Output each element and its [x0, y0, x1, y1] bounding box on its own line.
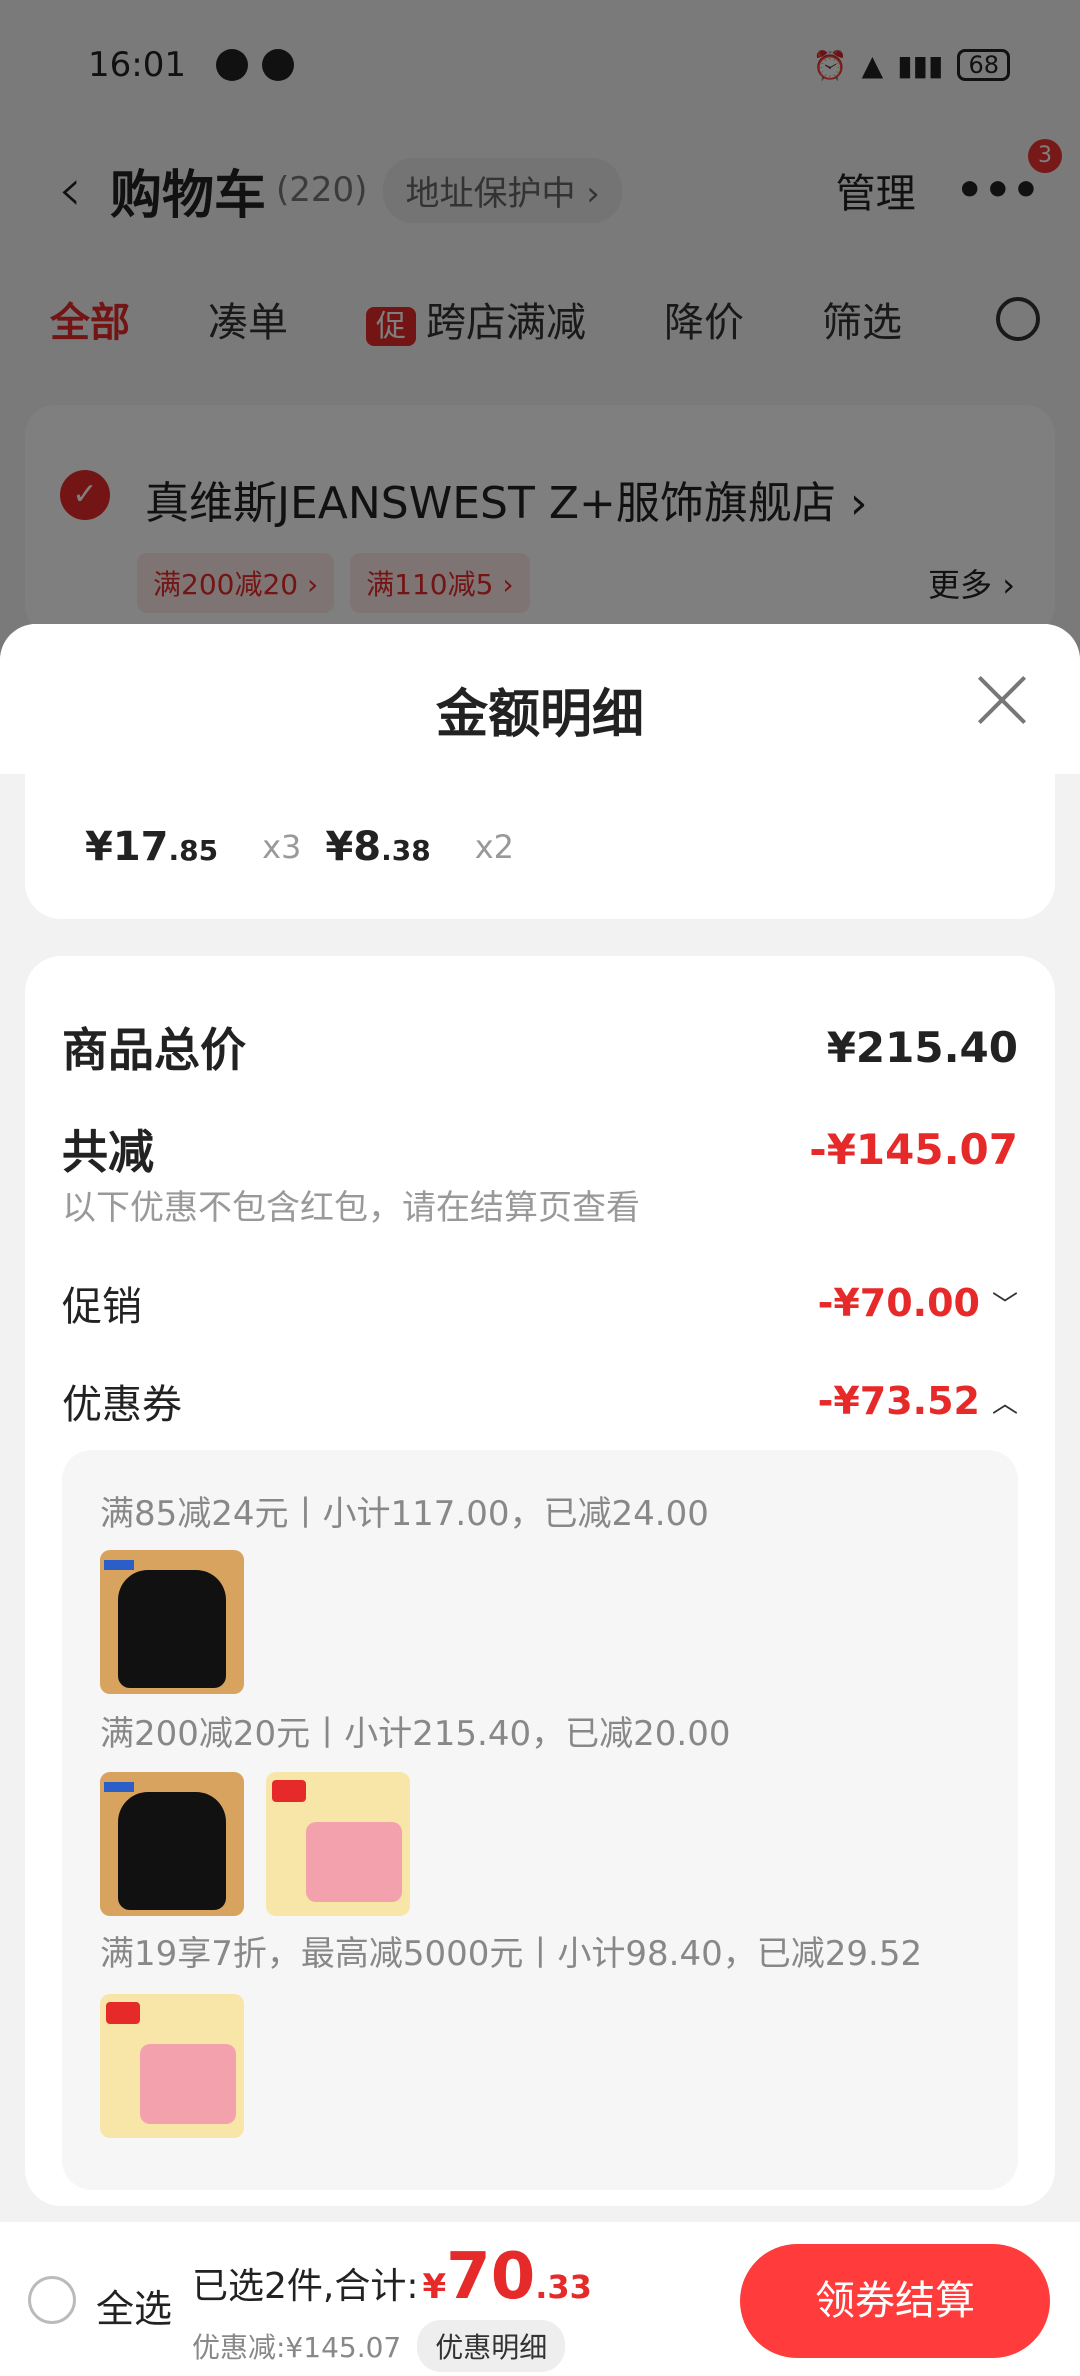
coupon-value: -¥73.52	[817, 1379, 980, 1423]
item-price: ¥17.85	[85, 823, 219, 870]
item-quantity: x3	[262, 827, 302, 866]
coupon-breakdown: 满85减24元丨小计117.00，已减24.00 满200减20元丨小计215.…	[62, 1450, 1018, 2190]
close-icon[interactable]	[974, 672, 1030, 728]
amount-detail-sheet: 金额明细 ¥17.85 x3 ¥8.38 x2 商品总价 ¥215.40 共减 …	[0, 624, 1080, 2376]
checkout-button[interactable]: 领券结算	[740, 2244, 1050, 2358]
select-all-radio[interactable]	[28, 2276, 76, 2324]
sheet-title: 金额明细	[435, 685, 644, 745]
discount-row: 共减 -¥145.07	[62, 1116, 1018, 1182]
coupon-group-title: 满200减20元丨小计215.40，已减20.00	[100, 1714, 731, 1754]
promo-label: 促销	[62, 1284, 142, 1330]
total-row: 商品总价 ¥215.40	[62, 1014, 1018, 1080]
product-thumbnail	[100, 1550, 244, 1694]
discount-label: 共减	[62, 1125, 154, 1179]
item-quantity: x2	[474, 827, 514, 866]
discount-note: 以下优惠不包含红包，请在结算页查看	[62, 1188, 640, 1228]
coupon-group-title: 满85减24元丨小计117.00，已减24.00	[100, 1494, 709, 1534]
select-all-label[interactable]: 全选	[96, 2278, 172, 2333]
product-thumbnail	[100, 1994, 244, 2138]
coupon-group-title: 满19享7折，最高减5000元丨小计98.40，已减29.52	[100, 1934, 923, 1974]
checkout-bar: 全选 已选2件,合计: ¥ 70 .33 优惠减:¥145.07 优惠明细 领券…	[0, 2222, 1080, 2376]
total-amount: 70	[446, 2240, 536, 2314]
discount-summary: 优惠减:¥145.07	[192, 2331, 402, 2364]
item-price: ¥8.38	[325, 823, 431, 870]
promo-row[interactable]: 促销 -¥70.00 ﹀	[62, 1274, 1018, 1332]
chevron-down-icon: ﹀	[991, 1290, 1018, 1321]
total-summary: 已选2件,合计: ¥ 70 .33	[192, 2240, 592, 2314]
discount-value: -¥145.07	[809, 1124, 1018, 1174]
total-value: ¥215.40	[826, 1022, 1018, 1072]
chevron-up-icon: ︿	[991, 1388, 1018, 1419]
promo-value: -¥70.00	[817, 1281, 980, 1325]
discount-detail-button[interactable]: 优惠明细	[417, 2320, 566, 2372]
product-thumbnail	[100, 1772, 244, 1916]
coupon-row[interactable]: 优惠券 -¥73.52 ︿	[62, 1372, 1018, 1430]
product-thumbnail	[266, 1772, 410, 1916]
coupon-label: 优惠券	[62, 1382, 182, 1428]
amount-detail-card: 商品总价 ¥215.40 共减 -¥145.07 以下优惠不包含红包，请在结算页…	[25, 956, 1055, 2206]
total-label: 商品总价	[62, 1023, 246, 1077]
item-price-strip: ¥17.85 x3 ¥8.38 x2	[25, 774, 1055, 919]
